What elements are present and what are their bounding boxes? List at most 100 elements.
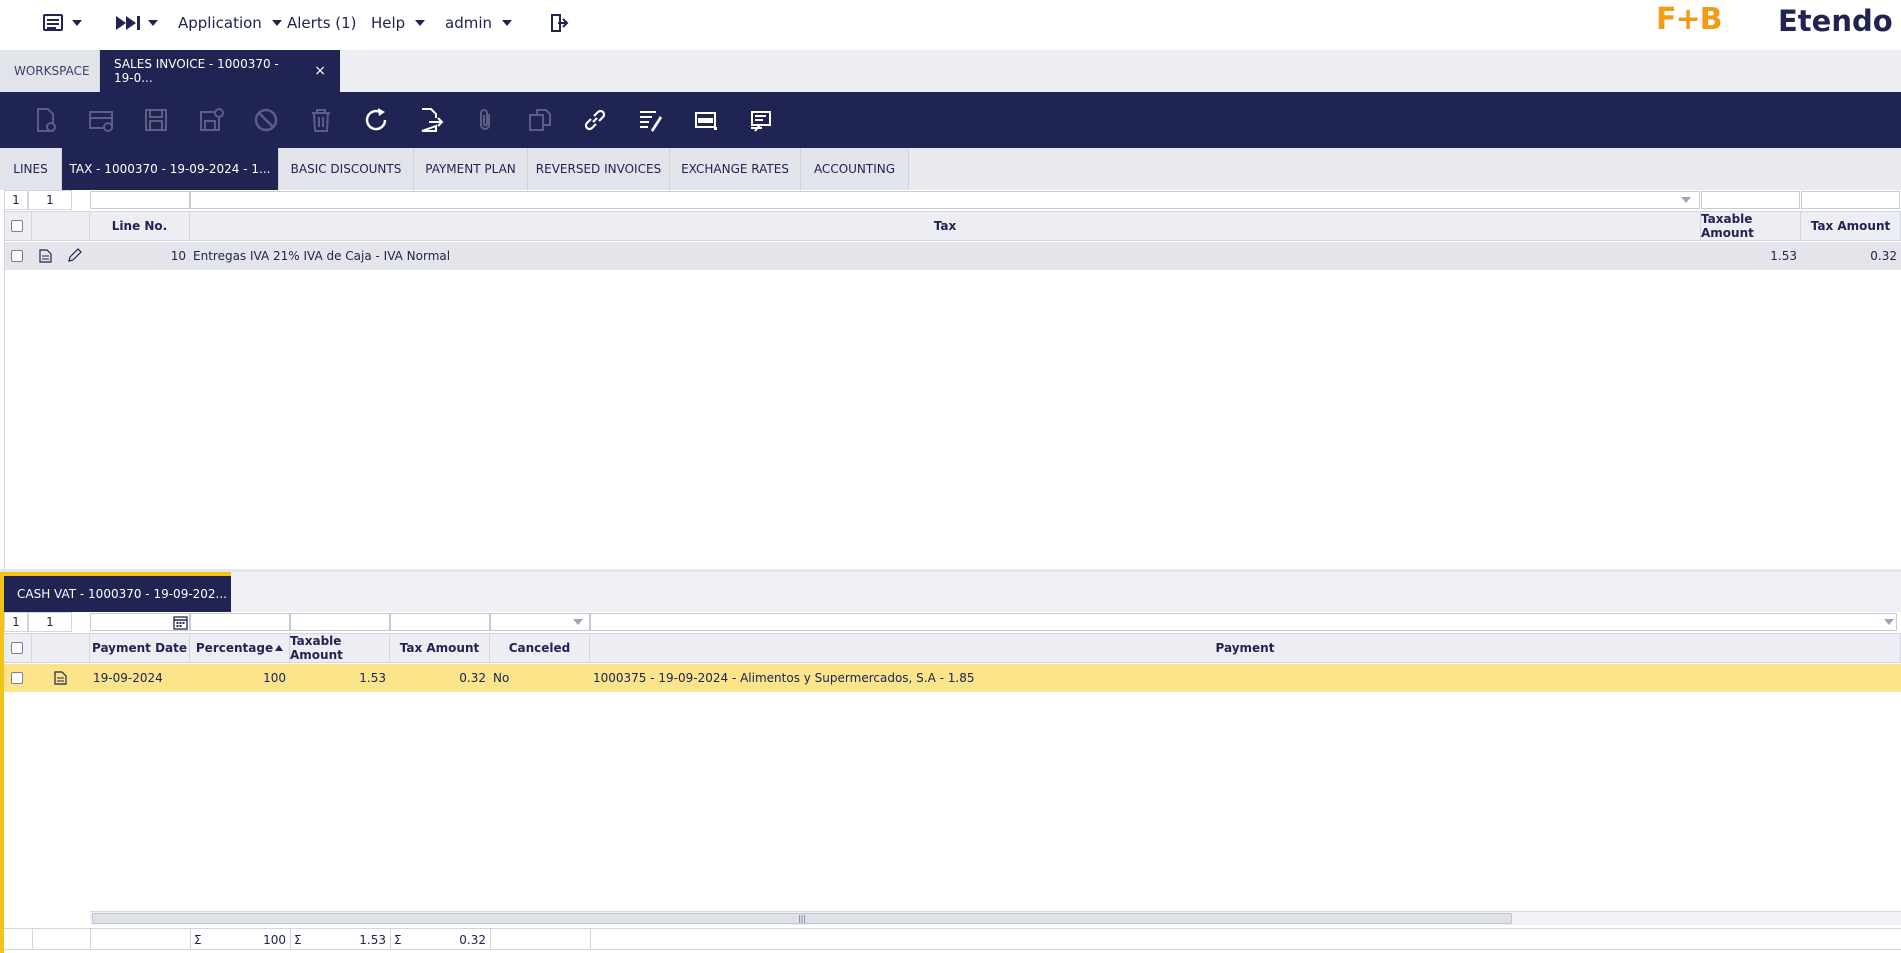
export-button[interactable] (414, 104, 446, 136)
tax-filter[interactable] (190, 191, 1700, 209)
attach-icon (480, 109, 490, 130)
logout-button[interactable] (548, 0, 570, 46)
clone-icon (529, 109, 551, 131)
new-document-icon (37, 108, 56, 132)
row-checkbox[interactable] (11, 250, 23, 262)
save-button[interactable] (140, 104, 172, 136)
row-tax-amount: 0.32 (1870, 249, 1897, 263)
header-spacer (32, 634, 90, 662)
header-payment-date[interactable]: Payment Date (90, 634, 190, 662)
header-tax[interactable]: Tax (190, 212, 1701, 240)
attach-button[interactable] (469, 104, 501, 136)
header-taxable-amount[interactable]: Taxable Amount (290, 634, 390, 662)
sum-percentage: 100 (263, 933, 286, 947)
summary-divider (90, 929, 91, 949)
clone-button[interactable] (524, 104, 556, 136)
row-taxable-amount: 1.53 (1770, 249, 1797, 263)
chevron-down-icon (72, 20, 82, 26)
tab-accounting[interactable]: ACCOUNTING (801, 148, 909, 190)
save-close-button[interactable] (195, 104, 227, 136)
summary-divider (390, 929, 391, 949)
header-tax-amount[interactable]: Tax Amount (390, 634, 490, 662)
summary-divider (32, 929, 33, 949)
row-checkbox[interactable] (11, 672, 23, 684)
tax-amount-filter[interactable] (390, 613, 490, 631)
tax-amount-filter[interactable] (1801, 191, 1900, 209)
cash-vat-tab-bar (231, 572, 1901, 612)
table-row[interactable]: 19-09-2024 100 1.53 0.32 No 1000375 - 19… (4, 664, 1901, 692)
header-line-no[interactable]: Line No. (90, 212, 190, 240)
audit-button[interactable] (634, 104, 666, 136)
horizontal-scrollbar[interactable]: ||| (90, 911, 1901, 925)
sum-tax-amount: 0.32 (459, 933, 486, 947)
row-payment-date: 19-09-2024 (93, 671, 163, 685)
header-payment[interactable]: Payment (590, 634, 1901, 662)
record-count-a: 1 (4, 612, 28, 632)
document-icon[interactable] (54, 671, 67, 685)
cash-vat-grid-header: Payment Date Percentage Taxable Amount T… (4, 633, 1901, 663)
help-menu[interactable]: Help (371, 0, 426, 46)
tab-lines[interactable]: LINES (0, 148, 62, 190)
chevron-down-icon (148, 20, 158, 26)
chevron-down-icon (1681, 197, 1691, 203)
tax-grid-header: Line No. Tax Taxable Amount Tax Amount (4, 211, 1901, 241)
main-tab-bar: WORKSPACE SALES INVOICE - 1000370 - 19-0… (0, 50, 1901, 92)
canceled-filter[interactable] (490, 613, 590, 631)
alerts-link[interactable]: Alerts (1) (287, 0, 357, 46)
tab-sales-invoice[interactable]: SALES INVOICE - 1000370 - 19-0... × (100, 50, 340, 92)
export-icon (421, 108, 444, 132)
payment-filter[interactable] (590, 613, 1897, 631)
tab-basic-discounts[interactable]: BASIC DISCOUNTS (279, 148, 414, 190)
calendar-icon[interactable] (173, 615, 188, 630)
row-line-no: 10 (170, 249, 186, 263)
tab-reversed-invoices[interactable]: REVERSED INVOICES (528, 148, 670, 190)
help-menu-label: Help (371, 14, 406, 32)
header-taxable-amount[interactable]: Taxable Amount (1701, 212, 1801, 240)
link-button[interactable] (579, 104, 611, 136)
cash-vat-grid: 1 1 Payment Date Percentage Taxable Amou… (4, 612, 1901, 953)
payment-date-filter[interactable] (90, 613, 190, 631)
sum-sigma-taxable: Σ (294, 933, 302, 947)
delete-button[interactable] (305, 104, 337, 136)
sum-sigma-tax: Σ (394, 933, 402, 947)
notes-button[interactable] (745, 104, 777, 136)
taxable-amount-filter[interactable] (290, 613, 390, 631)
tab-payment-plan[interactable]: PAYMENT PLAN (414, 148, 528, 190)
record-count-b: 1 (28, 190, 72, 210)
refresh-button[interactable] (360, 104, 392, 136)
document-icon[interactable] (39, 249, 52, 263)
save-icon (145, 109, 167, 131)
select-all-checkbox[interactable] (11, 220, 23, 232)
etendo-logo: Etendo (1778, 4, 1893, 38)
header-percentage[interactable]: Percentage (190, 634, 290, 662)
header-canceled[interactable]: Canceled (490, 634, 590, 662)
new-document-button[interactable] (29, 104, 61, 136)
close-icon[interactable]: × (314, 63, 326, 79)
user-menu[interactable]: admin (445, 0, 512, 46)
tab-lines-label: LINES (13, 162, 48, 176)
select-all-cell (4, 212, 32, 240)
tab-workspace[interactable]: WORKSPACE (0, 50, 100, 92)
table-row[interactable]: 10 Entregas IVA 21% IVA de Caja - IVA No… (4, 242, 1901, 270)
grid-view-button[interactable] (690, 104, 722, 136)
tab-tax[interactable]: TAX - 1000370 - 19-09-2024 - 1... (62, 148, 279, 190)
line-no-filter[interactable] (90, 191, 190, 209)
chevron-down-icon (415, 20, 426, 26)
quick-launch-button[interactable] (114, 0, 158, 46)
application-menu[interactable]: Application (178, 0, 282, 46)
menu-dropdown-button[interactable] (42, 0, 82, 46)
edit-pencil-icon[interactable] (67, 248, 82, 263)
cancel-button[interactable] (250, 104, 282, 136)
header-tax-amount[interactable]: Tax Amount (1801, 212, 1901, 240)
grid-view-icon (695, 112, 717, 130)
tab-exchange-rates[interactable]: EXCHANGE RATES (670, 148, 801, 190)
application-menu-label: Application (178, 14, 262, 32)
select-all-checkbox[interactable] (11, 642, 23, 654)
menu-list-icon (43, 14, 63, 31)
summary-divider (590, 929, 591, 949)
scrollbar-thumb[interactable]: ||| (92, 913, 1512, 924)
taxable-amount-filter[interactable] (1701, 191, 1800, 209)
new-row-button[interactable] (85, 104, 117, 136)
tab-cash-vat[interactable]: CASH VAT - 1000370 - 19-09-202... (4, 572, 231, 612)
percentage-filter[interactable] (190, 613, 290, 631)
